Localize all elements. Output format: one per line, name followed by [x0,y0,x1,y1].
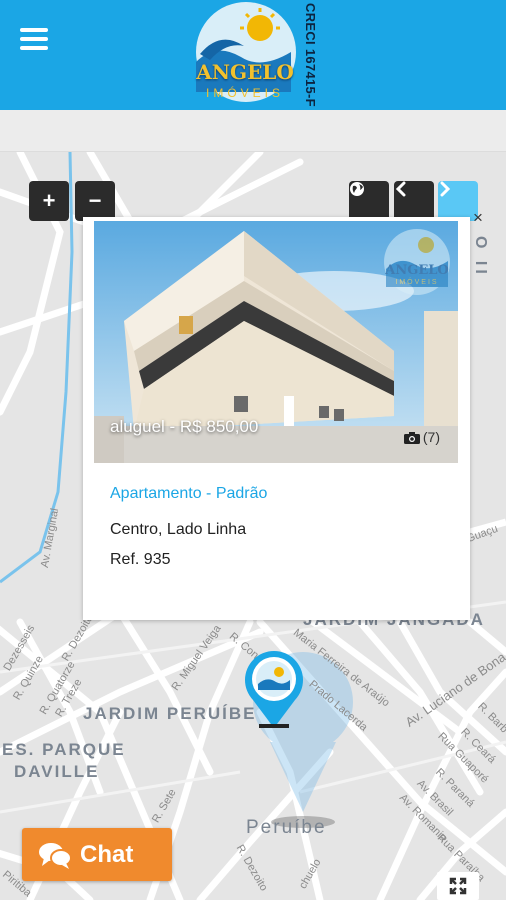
brand-logo[interactable]: ANGELO IMÓVEIS [186,2,304,108]
camera-icon [403,431,420,444]
hamburger-icon[interactable] [20,28,48,50]
chevron-left-icon [395,181,406,197]
close-icon[interactable]: × [473,208,489,228]
watermark-logo: ANGELO IMÓVEIS [380,227,454,297]
logo-brand: ANGELO [196,60,294,84]
photo-count[interactable]: (7) [403,429,440,445]
property-location: Centro, Lado Linha [110,521,247,538]
property-type-link[interactable]: Apartamento - Padrão [110,485,267,503]
zoom-out-button[interactable]: − [75,181,115,221]
property-marker[interactable] [243,650,305,730]
property-price: aluguel - R$ 850,00 [110,417,259,436]
property-card[interactable]: ANGELO IMÓVEIS aluguel - R$ 850,00 (7) A… [83,217,470,620]
fullscreen-button[interactable] [437,872,479,900]
area-label-daville: DAVILLE [14,762,100,781]
area-label-parque: ES. PARQUE [2,740,126,759]
area-label-peruibe: Peruíbe [246,817,327,838]
logo-tagline: IMÓVEIS [205,86,284,100]
property-photo[interactable]: ANGELO IMÓVEIS aluguel - R$ 850,00 (7) [94,221,458,463]
fullscreen-icon [449,877,467,895]
chevron-right-icon [440,181,451,197]
map-side-letters: O II [472,236,489,278]
watermark-tagline: IMÓVEIS [395,279,439,286]
sub-bar [0,110,506,152]
photo-count-label: (7) [422,429,440,445]
chat-button[interactable]: Chat [22,828,172,881]
area-label-jardim-peruibe: JARDIM PERUÍBE [83,704,257,723]
property-ref: Ref. 935 [110,551,171,568]
app-header: ANGELO IMÓVEIS CRECI 167415-F [0,0,506,110]
globe-button[interactable] [349,181,389,221]
previous-button[interactable] [394,181,434,221]
zoom-in-button[interactable]: + [29,181,69,221]
creci-license: CRECI 167415-F [303,3,318,107]
globe-icon [350,182,364,196]
watermark-brand: ANGELO [385,263,449,278]
chat-label: Chat [80,840,134,868]
chat-bubbles-icon [39,842,72,869]
next-button[interactable] [438,181,478,221]
